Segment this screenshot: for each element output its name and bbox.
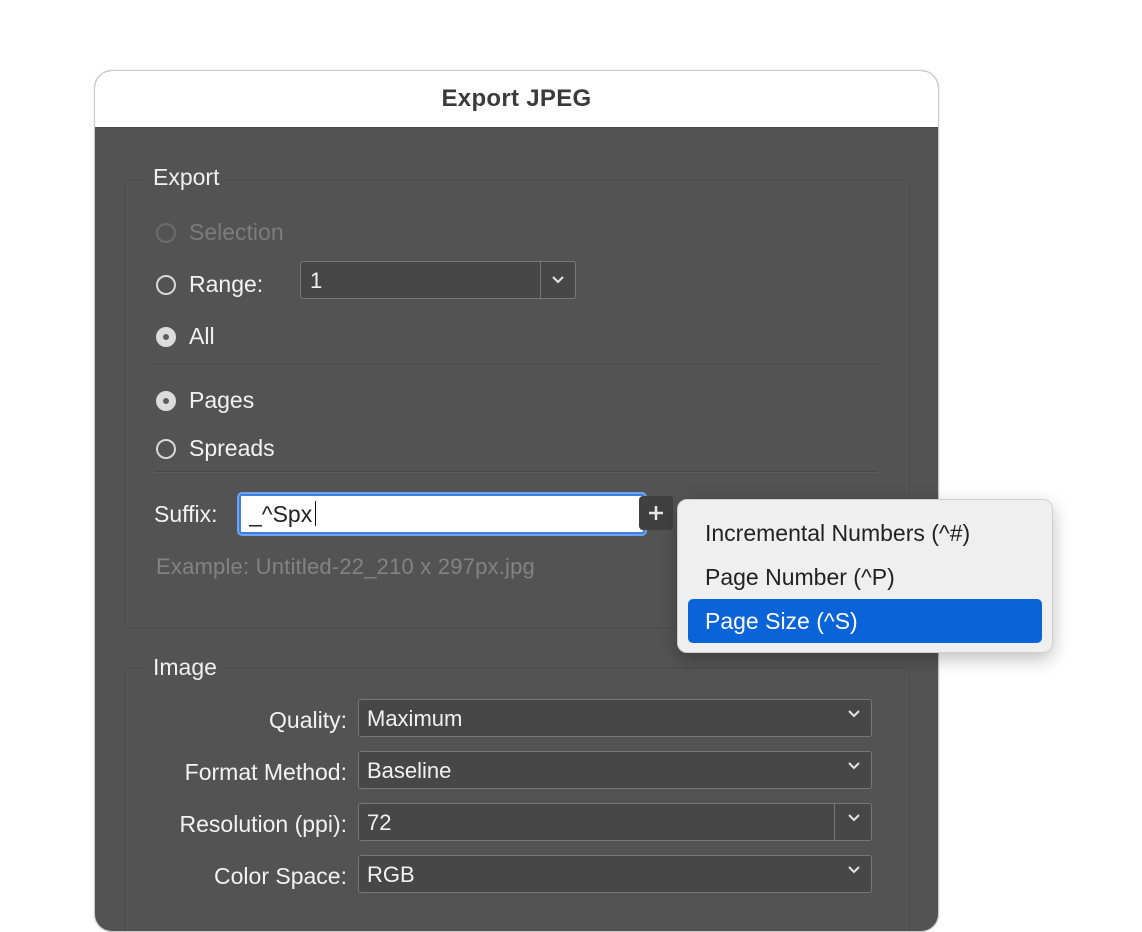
selection-radio xyxy=(156,222,176,243)
divider xyxy=(155,364,877,366)
menu-item-page-size[interactable]: Page Size (^S) xyxy=(688,599,1042,643)
resolution-combobox[interactable]: 72 xyxy=(358,803,872,841)
format-method-label: Format Method: xyxy=(184,759,347,785)
color-space-value: RGB xyxy=(367,862,415,887)
spreads-label: Spreads xyxy=(189,435,275,461)
chevron-down-icon xyxy=(848,762,860,770)
chevron-down-icon xyxy=(552,276,564,284)
image-group-label: Image xyxy=(147,654,223,681)
menu-item-page-number[interactable]: Page Number (^P) xyxy=(688,555,1042,599)
resolution-value[interactable]: 72 xyxy=(367,810,391,836)
all-label: All xyxy=(189,323,215,349)
resolution-label: Resolution (ppi): xyxy=(179,811,347,837)
spreads-radio[interactable] xyxy=(156,438,176,459)
range-dropdown-button[interactable] xyxy=(540,262,575,298)
format-method-select[interactable]: Baseline xyxy=(358,751,872,789)
chevron-down-icon xyxy=(848,710,860,718)
range-option[interactable]: Range: xyxy=(156,271,263,298)
format-method-value: Baseline xyxy=(367,758,452,783)
range-label: Range: xyxy=(189,271,264,297)
dialog-title: Export JPEG xyxy=(441,85,592,112)
quality-select[interactable]: Maximum xyxy=(358,699,872,737)
range-radio[interactable] xyxy=(156,274,176,295)
chevron-down-icon[interactable] xyxy=(847,813,861,823)
insert-variable-button[interactable] xyxy=(639,496,673,530)
menu-item-incremental-numbers[interactable]: Incremental Numbers (^#) xyxy=(688,511,1042,555)
pages-radio[interactable] xyxy=(156,390,176,411)
suffix-input[interactable] xyxy=(239,494,645,534)
all-option[interactable]: All xyxy=(156,323,215,350)
export-group-label: Export xyxy=(147,164,226,191)
text-caret xyxy=(315,501,316,526)
divider xyxy=(155,471,877,473)
selection-label: Selection xyxy=(189,219,284,245)
spreads-option[interactable]: Spreads xyxy=(156,435,275,462)
pages-option[interactable]: Pages xyxy=(156,387,254,414)
suffix-label: Suffix: xyxy=(154,501,218,527)
title-bar[interactable]: Export JPEG xyxy=(95,71,938,128)
color-space-label: Color Space: xyxy=(214,863,347,889)
pages-label: Pages xyxy=(189,387,255,413)
example-filename: Example: Untitled-22_210 x 297px.jpg xyxy=(156,554,535,579)
range-combobox[interactable]: 1 xyxy=(300,261,576,299)
color-space-select[interactable]: RGB xyxy=(358,855,872,893)
plus-icon xyxy=(649,506,663,520)
chevron-down-icon xyxy=(848,866,860,874)
divider xyxy=(834,804,835,840)
range-value[interactable]: 1 xyxy=(310,268,322,294)
quality-label: Quality: xyxy=(269,707,347,733)
quality-value: Maximum xyxy=(367,706,463,731)
suffix-variable-menu: Incremental Numbers (^#) Page Number (^P… xyxy=(677,499,1053,653)
selection-option: Selection xyxy=(156,219,284,246)
all-radio[interactable] xyxy=(156,326,176,347)
